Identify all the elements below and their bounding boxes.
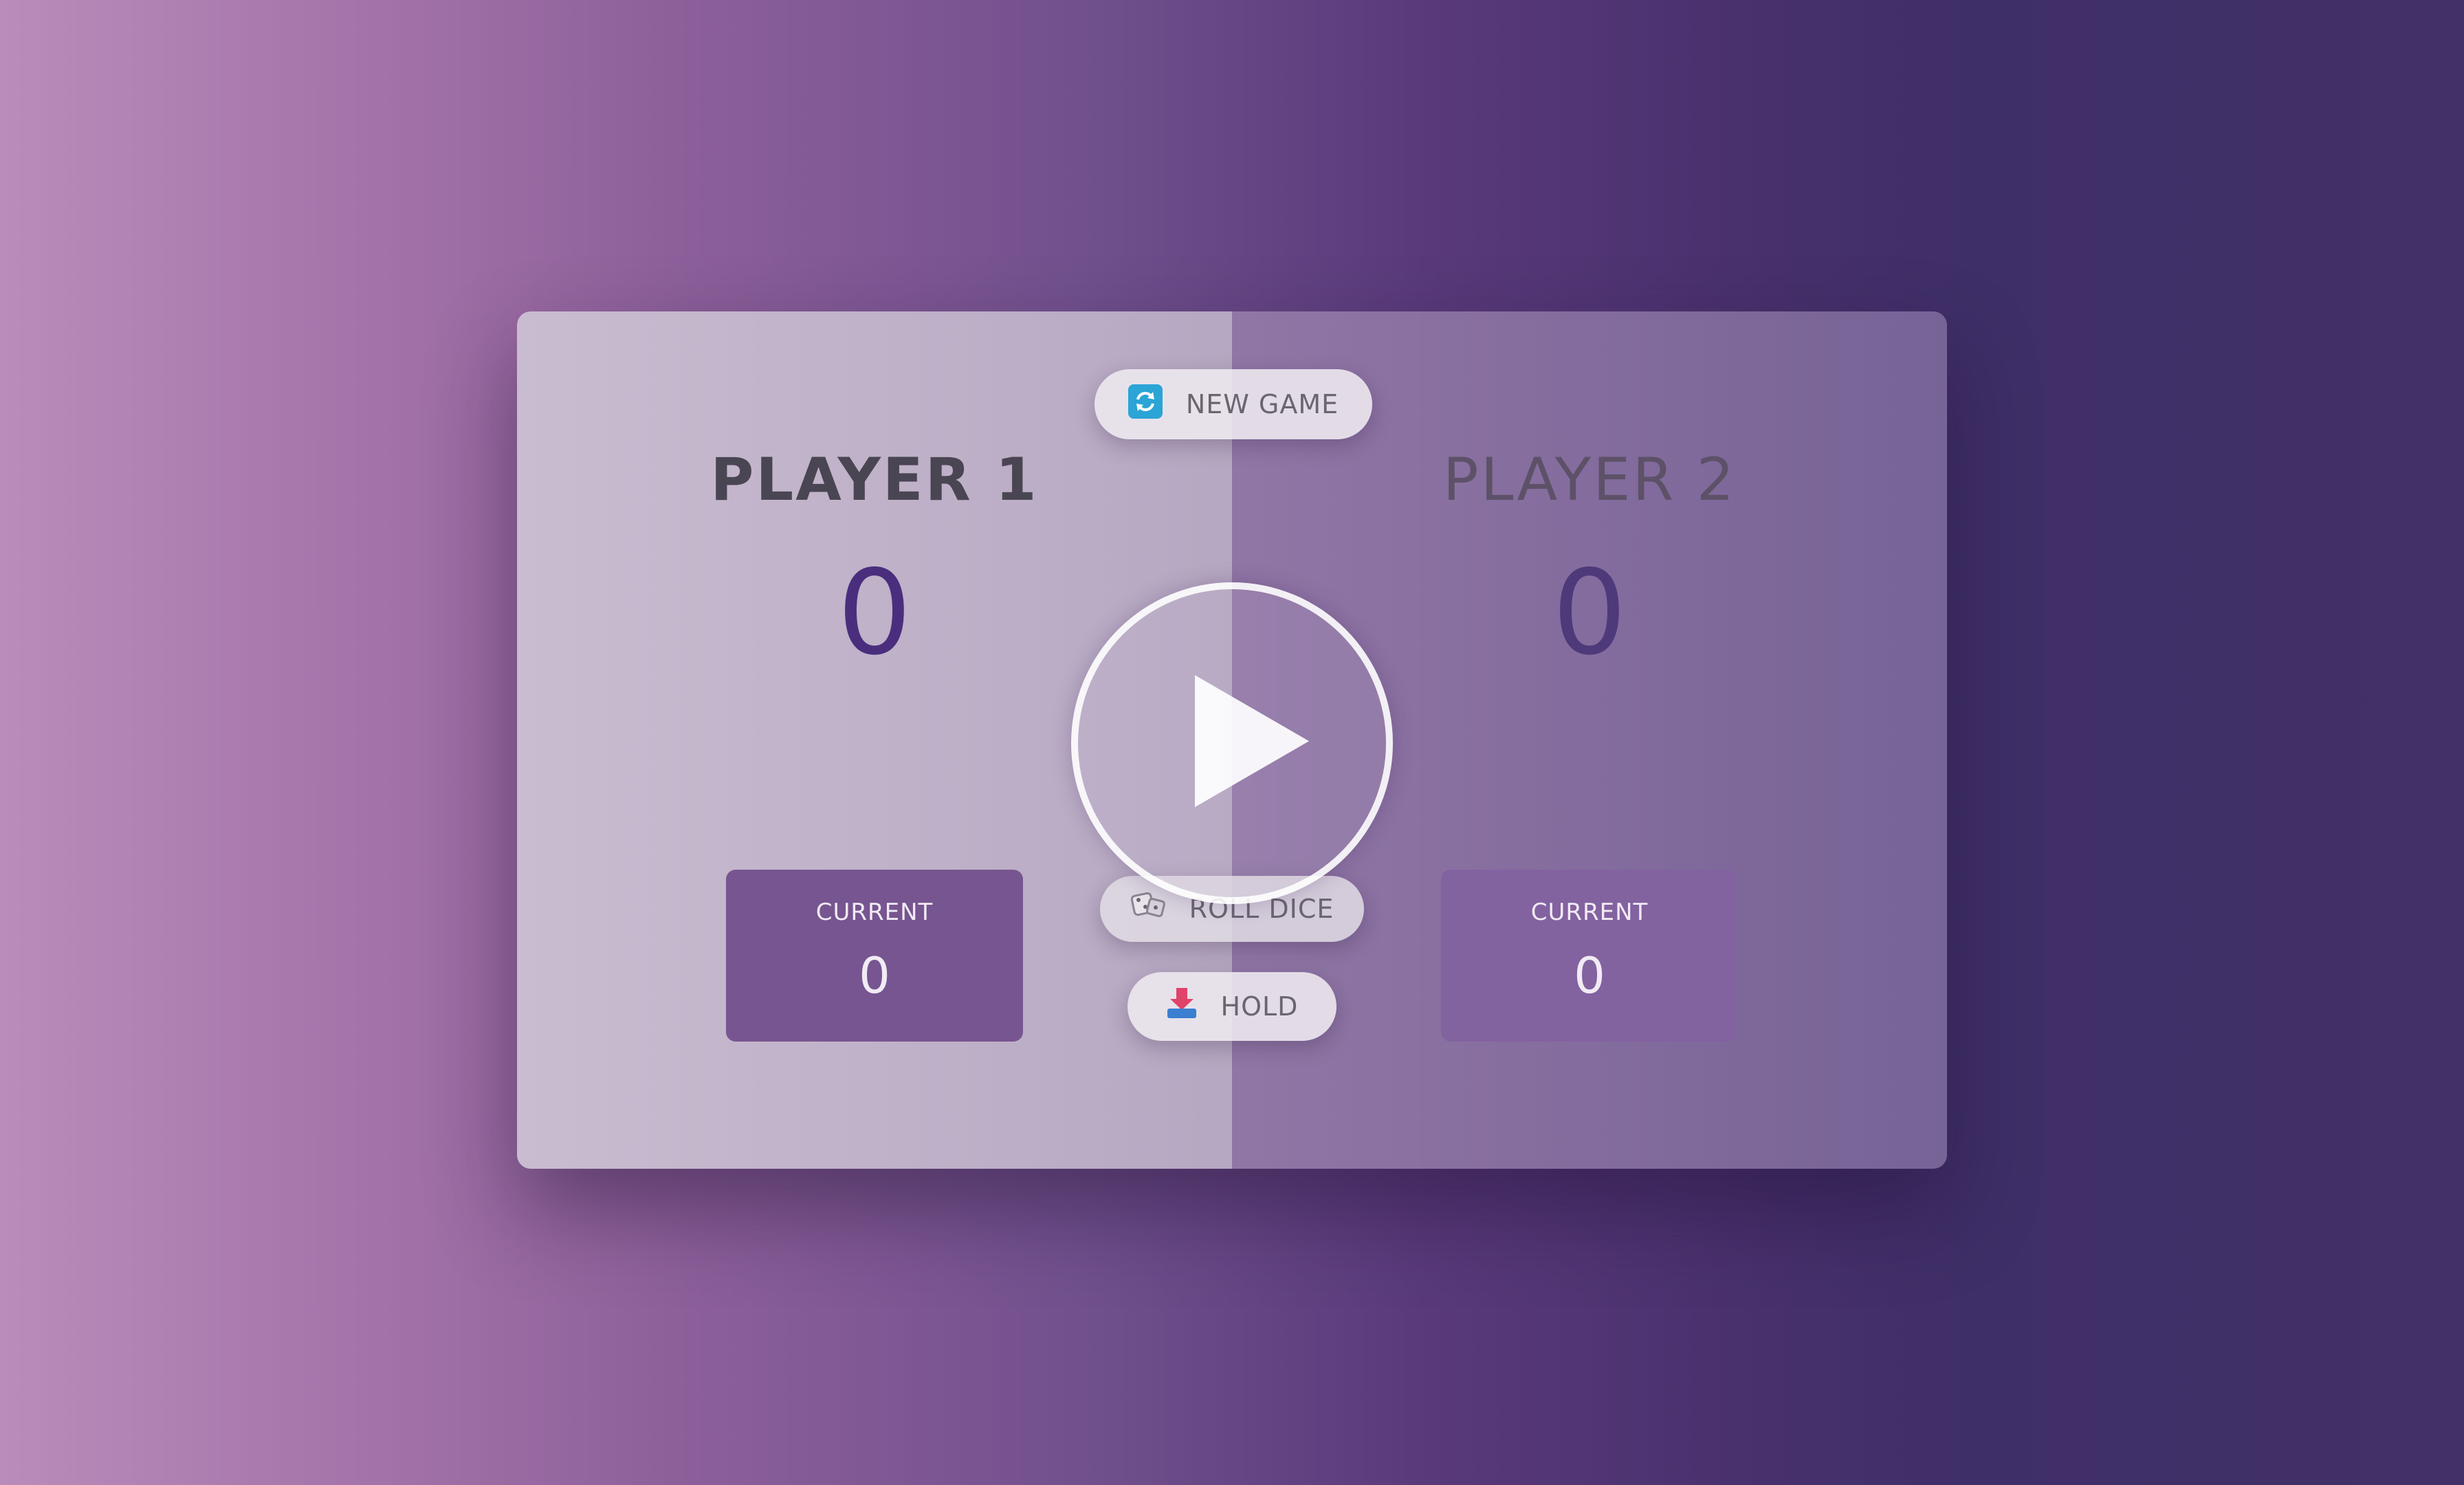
play-video-button[interactable] — [1071, 582, 1393, 904]
player-2-current-score: 0 — [1574, 947, 1605, 1004]
player-1-current-box: CURRENT 0 — [726, 870, 1023, 1042]
hold-label: HOLD — [1220, 991, 1299, 1022]
new-game-button[interactable]: NEW GAME — [1094, 369, 1372, 439]
player-1-current-score: 0 — [859, 947, 890, 1004]
new-game-label: NEW GAME — [1185, 389, 1339, 419]
player-2-current-box: CURRENT 0 — [1441, 870, 1738, 1042]
hold-button[interactable]: HOLD — [1128, 972, 1336, 1041]
refresh-icon — [1128, 384, 1163, 425]
dice-icon — [1130, 890, 1166, 928]
player-2-name: PLAYER 2 — [1442, 446, 1737, 514]
play-icon — [1195, 675, 1309, 807]
player-1-name: PLAYER 1 — [710, 446, 1039, 514]
player-1-current-label: CURRENT — [815, 899, 934, 926]
player-2-current-label: CURRENT — [1530, 899, 1649, 926]
download-icon — [1166, 987, 1198, 1027]
